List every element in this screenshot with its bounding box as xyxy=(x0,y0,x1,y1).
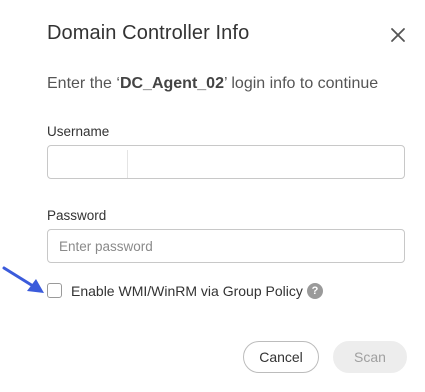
scan-button[interactable]: Scan xyxy=(333,341,407,373)
text-cursor xyxy=(127,150,128,178)
username-input[interactable] xyxy=(47,145,405,179)
subtitle-prefix: Enter the ‘ xyxy=(47,75,120,92)
dialog-subtitle: Enter the ‘DC_Agent_02’ login info to co… xyxy=(47,75,378,93)
group-policy-label: Enable WMI/WinRM via Group Policy xyxy=(71,283,303,299)
group-policy-checkbox[interactable] xyxy=(47,283,62,298)
help-icon[interactable]: ? xyxy=(307,283,323,299)
username-label: Username xyxy=(47,124,110,139)
domain-controller-dialog: Domain Controller Info Enter the ‘DC_Age… xyxy=(0,0,425,392)
agent-name: DC_Agent_02 xyxy=(119,75,224,92)
password-label: Password xyxy=(47,208,107,223)
password-input[interactable] xyxy=(47,229,405,263)
cancel-button[interactable]: Cancel xyxy=(243,341,319,373)
close-icon[interactable] xyxy=(388,25,408,45)
arrow-pointer-icon xyxy=(2,266,44,293)
subtitle-suffix: ’ login info to continue xyxy=(223,75,379,92)
dialog-title: Domain Controller Info xyxy=(47,22,250,44)
